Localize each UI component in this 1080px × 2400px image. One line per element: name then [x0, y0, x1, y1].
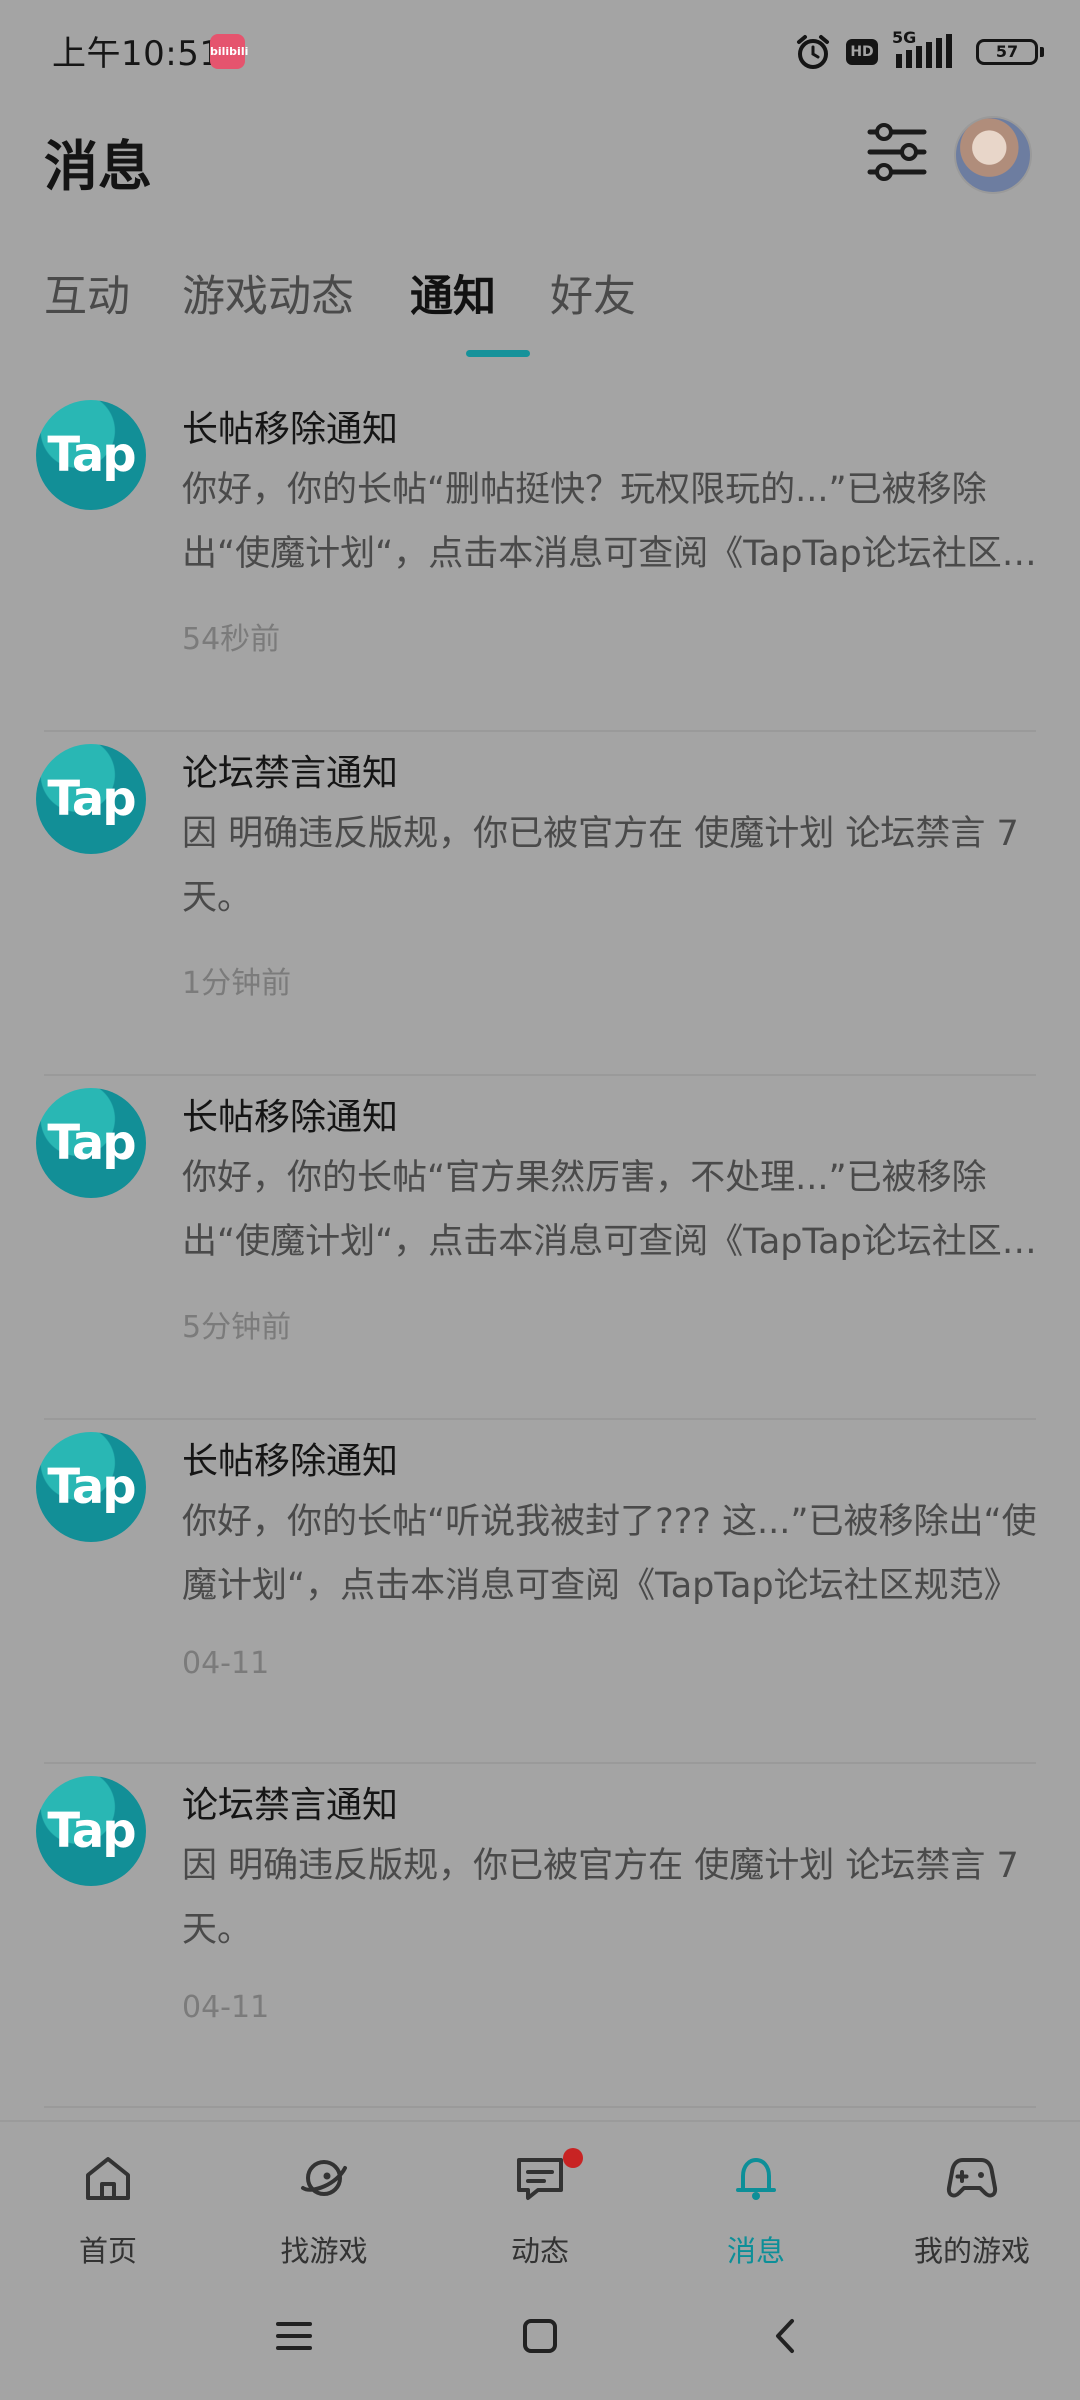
notification-time: 5分钟前	[182, 1310, 292, 1345]
sliders-icon	[867, 123, 927, 181]
nav-activity-label: 动态	[510, 2234, 569, 2268]
notification-item[interactable]: Tap 长帖移除通知 你好，你的长帖“官方果然厉害，不处理...”已被移除出“使…	[0, 1076, 1080, 1420]
alarm-icon	[794, 33, 832, 71]
bell-icon	[736, 2158, 776, 2200]
notification-title: 长帖移除通知	[182, 1097, 399, 1138]
notification-body: 你好，你的长帖“删帖挺快？玩权限玩的...”已被移除出“使魔计划“，点击本消息可…	[182, 470, 1037, 574]
network-label: 5G	[892, 28, 917, 47]
chat-icon	[517, 2158, 563, 2200]
notification-item[interactable]: Tap 长帖移除通知 你好，你的长帖“听说我被封了??? 这...”已被移除出“…	[0, 1420, 1080, 1764]
nav-my-games[interactable]: 我的游戏	[864, 2122, 1080, 2272]
home-icon	[86, 2157, 130, 2200]
back-icon[interactable]	[764, 2314, 808, 2358]
notification-time: 04-11	[182, 1646, 270, 1681]
active-tab-indicator	[466, 350, 530, 357]
nav-messages[interactable]: 消息	[648, 2122, 864, 2272]
notification-time: 04-11	[182, 1990, 270, 2025]
hd-badge: HD	[846, 39, 878, 65]
system-navigation	[0, 2270, 1080, 2400]
nav-find-games[interactable]: 找游戏	[216, 2122, 432, 2272]
nav-find-games-label: 找游戏	[280, 2234, 368, 2268]
notification-title: 论坛禁言通知	[182, 753, 399, 794]
taptap-avatar-icon: Tap	[36, 1776, 146, 1886]
battery-indicator: 57	[976, 39, 1044, 65]
notification-body: 你好，你的长帖“听说我被封了??? 这...”已被移除出“使魔计划“，点击本消息…	[182, 1502, 1037, 1606]
notification-item[interactable]: Tap 论坛禁言通知 因 明确违反版规，你已被官方在 使魔计划 论坛禁言 7 天…	[0, 1764, 1080, 2108]
tab-notifications[interactable]: 通知	[410, 262, 496, 324]
bottom-navigation: 首页 找游戏 动态 消息 我的游戏	[0, 2120, 1080, 2272]
taptap-avatar-icon: Tap	[36, 1432, 146, 1542]
notification-dot	[563, 2148, 583, 2168]
status-time: 上午10:51	[52, 34, 222, 74]
page-title: 消息	[44, 135, 152, 198]
planet-icon	[301, 2160, 347, 2196]
menu-icon[interactable]	[272, 2314, 316, 2358]
signal-strength: 5G	[892, 28, 962, 72]
nav-messages-label: 消息	[726, 2234, 785, 2268]
notification-time: 1分钟前	[182, 966, 292, 1001]
filter-button[interactable]	[864, 116, 930, 188]
nav-home[interactable]: 首页	[0, 2122, 216, 2272]
gamepad-icon	[946, 2158, 998, 2198]
nav-activity[interactable]: 动态	[432, 2122, 648, 2272]
notification-body: 你好，你的长帖“官方果然厉害，不处理...”已被移除出“使魔计划“，点击本消息可…	[182, 1158, 1037, 1262]
tab-game-updates[interactable]: 游戏动态	[182, 262, 354, 324]
notification-title: 长帖移除通知	[182, 1441, 399, 1482]
notification-body: 因 明确违反版规，你已被官方在 使魔计划 论坛禁言 7 天。	[182, 1846, 1019, 1950]
notification-body: 因 明确违反版规，你已被官方在 使魔计划 论坛禁言 7 天。	[182, 814, 1019, 918]
bilibili-app-icon: bilibili	[210, 34, 248, 69]
notification-title: 长帖移除通知	[182, 409, 399, 450]
tab-friends[interactable]: 好友	[550, 262, 636, 324]
nav-my-games-label: 我的游戏	[913, 2234, 1030, 2268]
notification-item[interactable]: Tap 论坛禁言通知 因 明确违反版规，你已被官方在 使魔计划 论坛禁言 7 天…	[0, 732, 1080, 1076]
user-avatar[interactable]	[954, 116, 1032, 194]
tab-interaction[interactable]: 互动	[44, 262, 130, 324]
status-icons: HD 5G 57	[794, 28, 1044, 76]
notification-title: 论坛禁言通知	[182, 1785, 399, 1826]
home-button-icon[interactable]	[518, 2314, 562, 2358]
taptap-avatar-icon: Tap	[36, 400, 146, 510]
divider	[44, 2106, 1036, 2108]
notification-item[interactable]: Tap 长帖移除通知 你好，你的长帖“删帖挺快？玩权限玩的...”已被移除出“使…	[0, 388, 1080, 732]
taptap-avatar-icon: Tap	[36, 744, 146, 854]
nav-home-label: 首页	[78, 2234, 137, 2268]
notification-time: 54秒前	[182, 622, 281, 657]
taptap-avatar-icon: Tap	[36, 1088, 146, 1198]
status-bar: 上午10:51 bilibili HD 5G 57	[0, 0, 1080, 104]
